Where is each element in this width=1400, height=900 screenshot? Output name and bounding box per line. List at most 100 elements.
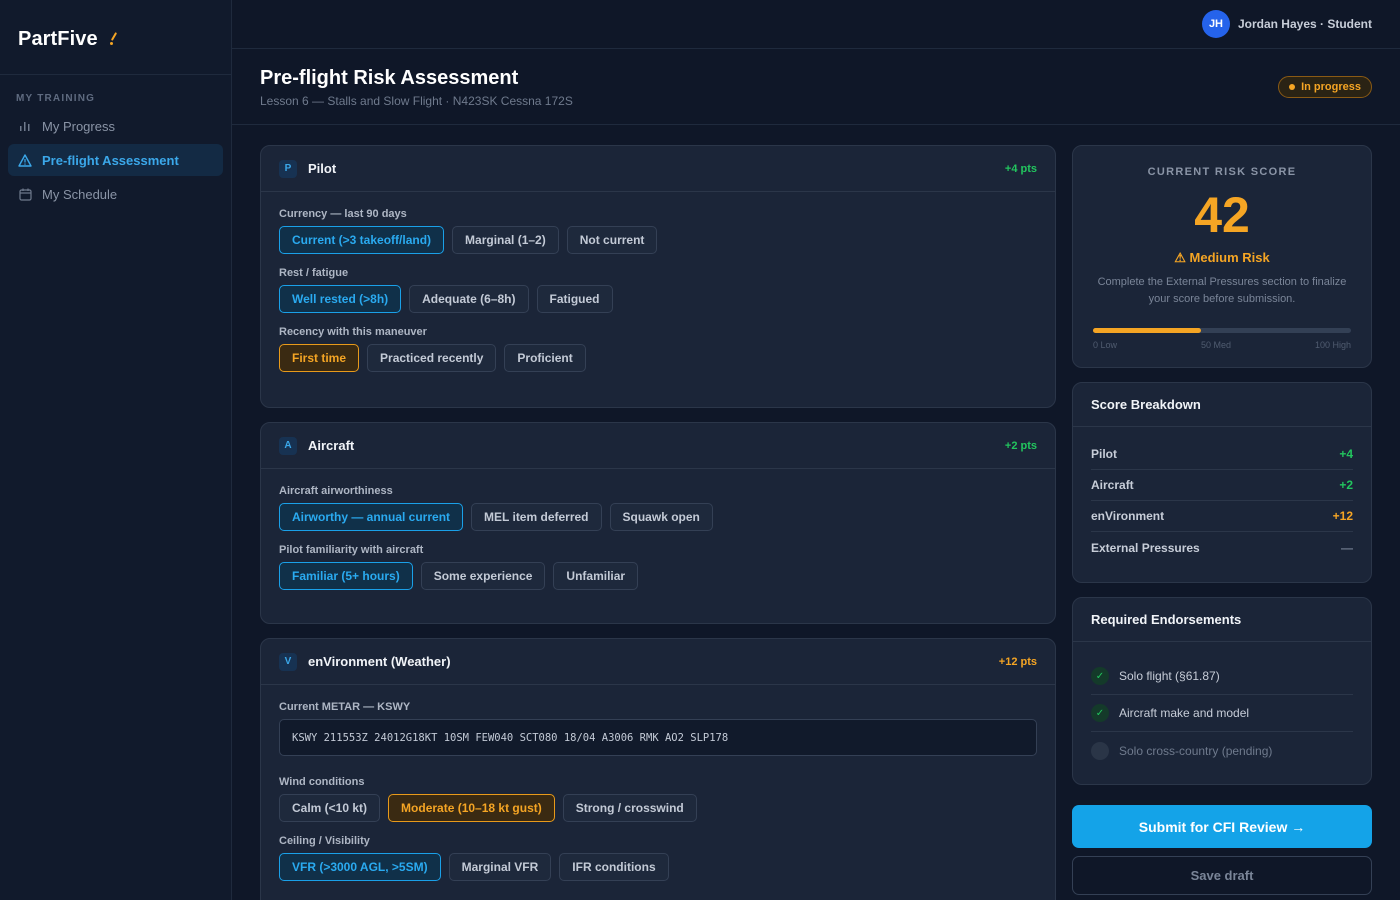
- option-group-ceiling: VFR (>3000 AGL, >5SM) Marginal VFR IFR c…: [279, 853, 1037, 881]
- avatar[interactable]: JH: [1201, 10, 1230, 38]
- question-label-familiarity: Pilot familiarity with aircraft: [279, 544, 424, 556]
- section-letter-badge: A: [279, 436, 297, 455]
- question-label-ceiling: Ceiling / Visibility: [279, 835, 370, 847]
- option-button[interactable]: Current (>3 takeoff/land): [279, 226, 445, 254]
- sidebar-item-label: My Progress: [42, 118, 115, 134]
- question-label-currency: Currency — last 90 days: [279, 208, 407, 220]
- option-button[interactable]: MEL item deferred: [471, 503, 602, 531]
- option-group-airworthiness: Airworthy — annual current MEL item defe…: [279, 503, 1037, 531]
- nav-section-label: MY TRAINING: [16, 93, 96, 104]
- pilot-section-header: P Pilot +4 pts: [261, 146, 1055, 192]
- option-button[interactable]: Marginal (1–2): [452, 226, 559, 254]
- option-button[interactable]: Airworthy — annual current: [279, 503, 464, 531]
- option-button[interactable]: Some experience: [420, 562, 546, 590]
- option-button[interactable]: Proficient: [504, 344, 586, 372]
- metar-field[interactable]: KSWY 211553Z 24012G18KT 10SM FEW040 SCT0…: [279, 719, 1037, 756]
- risk-note: Complete the External Pressures section …: [1097, 276, 1347, 305]
- option-button[interactable]: Well rested (>8h): [279, 285, 402, 313]
- option-group-recency: First time Practiced recently Proficient: [279, 344, 1037, 372]
- section-points: +4 pts: [1004, 162, 1037, 175]
- save-draft-button[interactable]: Save draft: [1072, 856, 1372, 895]
- endorsement-label: Solo cross-country (pending): [1119, 743, 1273, 758]
- warning-triangle-icon: [18, 153, 32, 167]
- panel-title: Score Breakdown: [1091, 397, 1201, 412]
- score-breakdown-header: Score Breakdown: [1073, 383, 1371, 427]
- bar-chart-icon: [18, 119, 32, 133]
- option-button[interactable]: Practiced recently: [367, 344, 497, 372]
- breakdown-name: enVironment: [1091, 509, 1165, 523]
- check-icon: ✓: [1091, 667, 1109, 685]
- scale-label-low: 0 Low: [1093, 340, 1118, 350]
- option-button[interactable]: Marginal VFR: [448, 853, 552, 881]
- option-button[interactable]: First time: [279, 344, 360, 372]
- score-breakdown-card: Score Breakdown Pilot +4 Aircraft +2 enV…: [1072, 382, 1372, 583]
- endorsement-list: ✓ Solo flight (§61.87) ✓ Aircraft make a…: [1073, 642, 1371, 769]
- question-label-recency: Recency with this maneuver: [279, 326, 427, 338]
- logo-mark-icon: [109, 32, 120, 46]
- risk-scale: 0 Low 50 Med 100 High: [1093, 328, 1351, 350]
- breakdown-row: Aircraft +2: [1091, 470, 1353, 501]
- scale-label-high: 100 High: [1314, 340, 1351, 350]
- pending-circle-icon: ✓: [1091, 741, 1109, 760]
- option-group-familiarity: Familiar (5+ hours) Some experience Unfa…: [279, 562, 1037, 590]
- breakdown-row: Pilot +4: [1091, 439, 1353, 470]
- section-title: Aircraft: [308, 438, 355, 453]
- app-logo: PartFive: [18, 28, 98, 50]
- risk-scale-labels: 0 Low 50 Med 100 High: [1093, 340, 1351, 350]
- section-title: Pilot: [308, 161, 337, 176]
- status-dot-icon: [1289, 84, 1296, 90]
- page-subtitle: Lesson 6 — Stalls and Slow Flight · N423…: [260, 94, 573, 108]
- risk-scale-track: [1093, 328, 1351, 333]
- sidebar-item-label: Pre-flight Assessment: [42, 152, 179, 168]
- breakdown-value: —: [1341, 540, 1353, 555]
- page-title: Pre-flight Risk Assessment: [260, 67, 519, 89]
- option-button[interactable]: Adequate (6–8h): [409, 285, 529, 313]
- sidebar: PartFive MY TRAINING My Progress Pre-fli…: [0, 0, 232, 900]
- option-group-currency: Current (>3 takeoff/land) Marginal (1–2)…: [279, 226, 1037, 254]
- aircraft-section-header: A Aircraft +2 pts: [261, 423, 1055, 469]
- calendar-icon: [18, 187, 32, 201]
- endorsement-label: Solo flight (§61.87): [1119, 669, 1220, 683]
- page-header: Pre-flight Risk Assessment Lesson 6 — St…: [232, 49, 1400, 125]
- check-icon: ✓: [1091, 704, 1109, 722]
- breakdown-name: Aircraft: [1091, 478, 1134, 492]
- panel-title: Required Endorsements: [1091, 612, 1242, 627]
- user-name[interactable]: Jordan Hayes · Student: [1238, 17, 1372, 31]
- question-label-airworthiness: Aircraft airworthiness: [279, 485, 393, 497]
- brand[interactable]: PartFive: [0, 0, 231, 75]
- top-bar: JH Jordan Hayes · Student: [232, 0, 1400, 49]
- option-button[interactable]: Not current: [566, 226, 658, 254]
- option-button[interactable]: Unfamiliar: [553, 562, 639, 590]
- status-badge: In progress: [1278, 76, 1372, 98]
- endorsements-card: Required Endorsements ✓ Solo flight (§61…: [1072, 597, 1372, 785]
- section-letter-badge: P: [279, 159, 297, 178]
- submit-for-review-button[interactable]: Submit for CFI Review →: [1072, 805, 1372, 848]
- endorsement-label: Aircraft make and model: [1119, 706, 1250, 720]
- breakdown-value: +4: [1339, 447, 1353, 461]
- option-button[interactable]: IFR conditions: [559, 853, 669, 881]
- option-button[interactable]: Fatigued: [536, 285, 613, 313]
- environment-section-header: V enVironment (Weather) +12 pts: [261, 639, 1055, 685]
- section-points: +2 pts: [1004, 439, 1037, 452]
- option-button[interactable]: Moderate (10–18 kt gust): [388, 794, 555, 822]
- option-button[interactable]: VFR (>3000 AGL, >5SM): [279, 853, 441, 881]
- breakdown-name: External Pressures: [1091, 540, 1200, 555]
- breakdown-row: External Pressures —: [1091, 532, 1353, 563]
- pilot-section-card: P Pilot +4 pts Currency — last 90 days C…: [260, 145, 1056, 408]
- section-title: enVironment (Weather): [308, 654, 451, 669]
- section-letter-badge: V: [279, 652, 297, 671]
- sidebar-item-my-progress[interactable]: My Progress: [8, 110, 223, 142]
- sidebar-item-my-schedule[interactable]: My Schedule: [8, 178, 223, 210]
- breakdown-list: Pilot +4 Aircraft +2 enVironment +12 Ext…: [1073, 427, 1371, 563]
- sidebar-item-preflight-assessment[interactable]: Pre-flight Assessment: [8, 144, 223, 176]
- endorsement-item: ✓ Solo cross-country (pending): [1091, 732, 1353, 769]
- risk-score-label: CURRENT RISK SCORE: [1147, 166, 1297, 178]
- option-button[interactable]: Squawk open: [609, 503, 713, 531]
- status-badge-label: In progress: [1301, 81, 1361, 93]
- breakdown-name: Pilot: [1091, 447, 1117, 461]
- option-button[interactable]: Familiar (5+ hours): [279, 562, 413, 590]
- option-button[interactable]: Strong / crosswind: [562, 794, 697, 822]
- option-button[interactable]: Calm (<10 kt): [279, 794, 381, 822]
- endorsement-item: ✓ Aircraft make and model: [1091, 695, 1353, 732]
- breakdown-row: enVironment +12: [1091, 501, 1353, 532]
